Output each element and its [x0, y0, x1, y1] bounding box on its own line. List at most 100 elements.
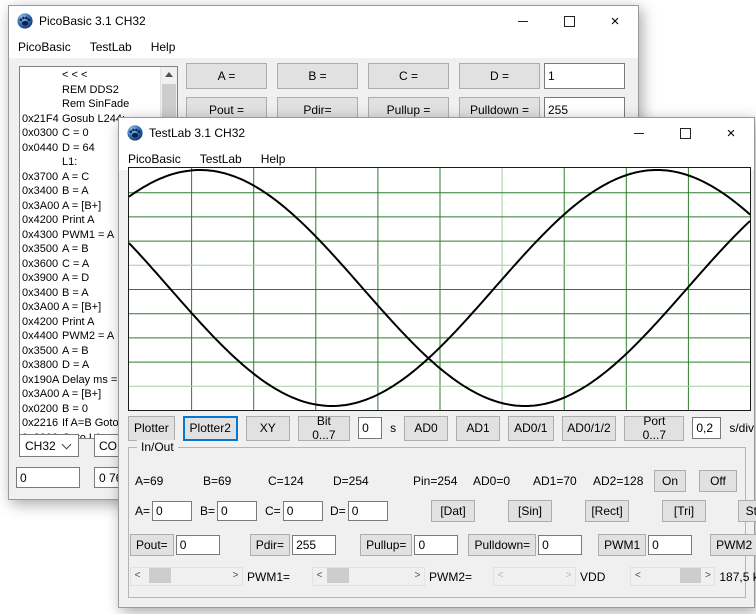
device-select-value: CH32: [25, 439, 56, 453]
mode-button-plotter2[interactable]: Plotter2: [183, 416, 238, 441]
listing-address: 0x3900: [20, 271, 62, 286]
scroll-left-icon[interactable]: <: [313, 568, 326, 583]
register-button-c[interactable]: C =: [368, 63, 449, 89]
close-button[interactable]: ×: [592, 6, 638, 36]
listing-code: A = B: [62, 344, 89, 359]
mode-button-xy[interactable]: XY: [246, 416, 290, 441]
device-select[interactable]: CH32: [19, 434, 79, 457]
maximize-button[interactable]: [546, 6, 592, 36]
menu-item-testlab[interactable]: TestLab: [90, 40, 132, 54]
close-button[interactable]: ×: [708, 118, 754, 148]
register-button-b[interactable]: B =: [277, 63, 358, 89]
port-input-label: Pullup=: [360, 534, 412, 556]
slider-label: VDD: [580, 570, 605, 584]
window-title: TestLab 3.1 CH32: [149, 126, 245, 140]
minimize-button[interactable]: [616, 118, 662, 148]
listing-address: [20, 155, 62, 170]
listing-line[interactable]: < < <: [20, 68, 161, 83]
scroll-right-icon[interactable]: >: [229, 568, 242, 583]
menu-item-help[interactable]: Help: [151, 40, 176, 54]
scrollbar-thumb[interactable]: [680, 568, 701, 583]
wave-button-tri[interactable]: [Tri]: [662, 500, 706, 522]
register-input-a[interactable]: [152, 501, 192, 521]
bottom-value-field[interactable]: [16, 467, 80, 488]
readout-a: A=69: [135, 474, 203, 488]
on-button[interactable]: On: [654, 470, 686, 492]
scroll-left-icon[interactable]: <: [131, 568, 144, 583]
scroll-right-icon[interactable]: >: [411, 568, 424, 583]
listing-address: 0x3500: [20, 242, 62, 257]
scroll-right-icon[interactable]: >: [701, 568, 714, 583]
waveform-display: [129, 168, 750, 410]
scrollbar-thumb[interactable]: [327, 568, 349, 583]
listing-address: 0x0300: [20, 126, 62, 141]
register-input-d[interactable]: [348, 501, 388, 521]
register-button-a[interactable]: A =: [186, 63, 267, 89]
listing-address: 0x4400: [20, 329, 62, 344]
wave-button-sin[interactable]: [Sin]: [508, 500, 552, 522]
channel-button-ad012[interactable]: AD0/1/2: [562, 416, 617, 441]
register-input-label: D=: [330, 504, 346, 518]
slider-pwm2[interactable]: <>: [312, 567, 425, 586]
port-input-pdir[interactable]: [292, 535, 336, 555]
register-input-b[interactable]: [217, 501, 257, 521]
port-input-pulldown[interactable]: [538, 535, 582, 555]
waveform-buttons: [Dat] [Sin] [Rect] [Tri]: [431, 500, 706, 522]
wave-button-rect[interactable]: [Rect]: [585, 500, 629, 522]
slider-1875khz[interactable]: <>: [630, 567, 715, 586]
listing-code: A = [B+]: [62, 387, 101, 402]
listing-code: Gosub L244:: [62, 112, 125, 127]
port-input-pullup[interactable]: [414, 535, 458, 555]
menu-item-picobasic[interactable]: PicoBasic: [128, 152, 181, 166]
port-input-pwm1[interactable]: [648, 535, 692, 555]
register-input-c[interactable]: [283, 501, 323, 521]
picobasic-titlebar[interactable]: PicoBasic 3.1 CH32 ×: [9, 6, 638, 36]
stop-button[interactable]: Stop: [738, 500, 756, 522]
minimize-icon: [518, 21, 528, 22]
menu-item-testlab[interactable]: TestLab: [200, 152, 242, 166]
port-input-label: Pout=: [130, 534, 174, 556]
port-input-group-pwm2: PWM2: [710, 534, 756, 556]
channel-button-ad01[interactable]: AD0/1: [508, 416, 553, 441]
wave-button-dat[interactable]: [Dat]: [431, 500, 475, 522]
channel-button-ad1[interactable]: AD1: [456, 416, 500, 441]
port-input-label: PWM1: [598, 534, 646, 556]
listing-code: A = C: [62, 170, 89, 185]
listing-address: [20, 68, 62, 83]
menu-item-help[interactable]: Help: [261, 152, 286, 166]
listing-code: D = 64: [62, 141, 95, 156]
listing-code: PWM2 = A: [62, 329, 114, 344]
scroll-left-icon[interactable]: <: [631, 568, 644, 583]
listing-address: 0x3400: [20, 184, 62, 199]
register-input-label: C=: [265, 504, 281, 518]
slider-vdd[interactable]: <>: [493, 567, 576, 586]
mode-button-bit07[interactable]: Bit 0...7: [298, 416, 350, 441]
readout-ad2: AD2=128: [593, 474, 653, 488]
register-button-d[interactable]: D =: [459, 63, 540, 89]
off-button[interactable]: Off: [699, 470, 737, 492]
slider-pwm1[interactable]: <>: [130, 567, 243, 586]
port-input-pout[interactable]: [176, 535, 220, 555]
listing-line[interactable]: Rem SinFade: [20, 97, 161, 112]
listing-line[interactable]: REM DDS2: [20, 83, 161, 98]
mode-button-plotter[interactable]: Plotter: [128, 416, 175, 441]
channel-button-ad0[interactable]: AD0: [404, 416, 448, 441]
listing-code: C = 0: [62, 126, 89, 141]
testlab-titlebar[interactable]: TestLab 3.1 CH32 ×: [119, 118, 754, 148]
maximize-button[interactable]: [662, 118, 708, 148]
register-input-group-a: A=: [135, 501, 200, 521]
scroll-up-icon[interactable]: [165, 72, 173, 77]
timebase-field[interactable]: [692, 417, 721, 439]
picobasic-menubar: PicoBasic TestLab Help: [9, 36, 638, 58]
port-input-label: Pulldown=: [468, 534, 536, 556]
reg-value-field[interactable]: [544, 63, 625, 89]
channel-button-port07[interactable]: Port 0...7: [624, 416, 684, 441]
minimize-button[interactable]: [500, 6, 546, 36]
readout-pin: Pin=254: [413, 474, 473, 488]
scrollbar-thumb[interactable]: [149, 568, 171, 583]
oscilloscope-plot: [128, 167, 751, 411]
listing-address: 0x4200: [20, 213, 62, 228]
listing-address: 0x0200: [20, 402, 62, 417]
menu-item-picobasic[interactable]: PicoBasic: [18, 40, 71, 54]
time-field[interactable]: [358, 417, 382, 439]
